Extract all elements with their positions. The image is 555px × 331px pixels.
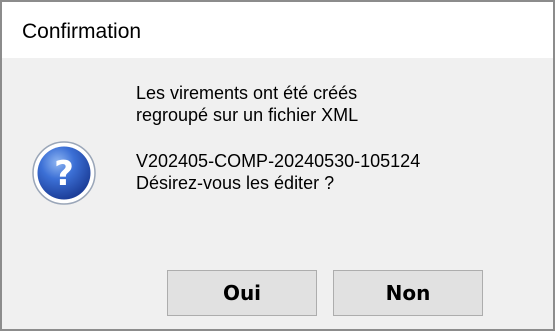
no-button[interactable]: Non xyxy=(333,270,483,316)
confirmation-dialog: Confirmation ? Les virements ont été cré… xyxy=(0,0,555,331)
question-icon: ? xyxy=(29,138,99,208)
message-line-4: Désirez-vous les éditer ? xyxy=(136,173,335,193)
dialog-message: Les virements ont été créés regroupé sur… xyxy=(136,82,420,194)
svg-text:?: ? xyxy=(54,154,74,194)
dialog-body: ? Les virements ont été créés regroupé s… xyxy=(2,58,553,329)
window-title: Confirmation xyxy=(22,20,142,43)
message-line-1: Les virements ont été créés xyxy=(136,83,358,103)
title-bar[interactable]: Confirmation xyxy=(2,2,553,58)
message-line-2: regroupé sur un fichier XML xyxy=(136,105,359,125)
message-line-3: V202405-COMP-20240530-105124 xyxy=(136,151,421,171)
yes-button[interactable]: Oui xyxy=(167,270,317,316)
